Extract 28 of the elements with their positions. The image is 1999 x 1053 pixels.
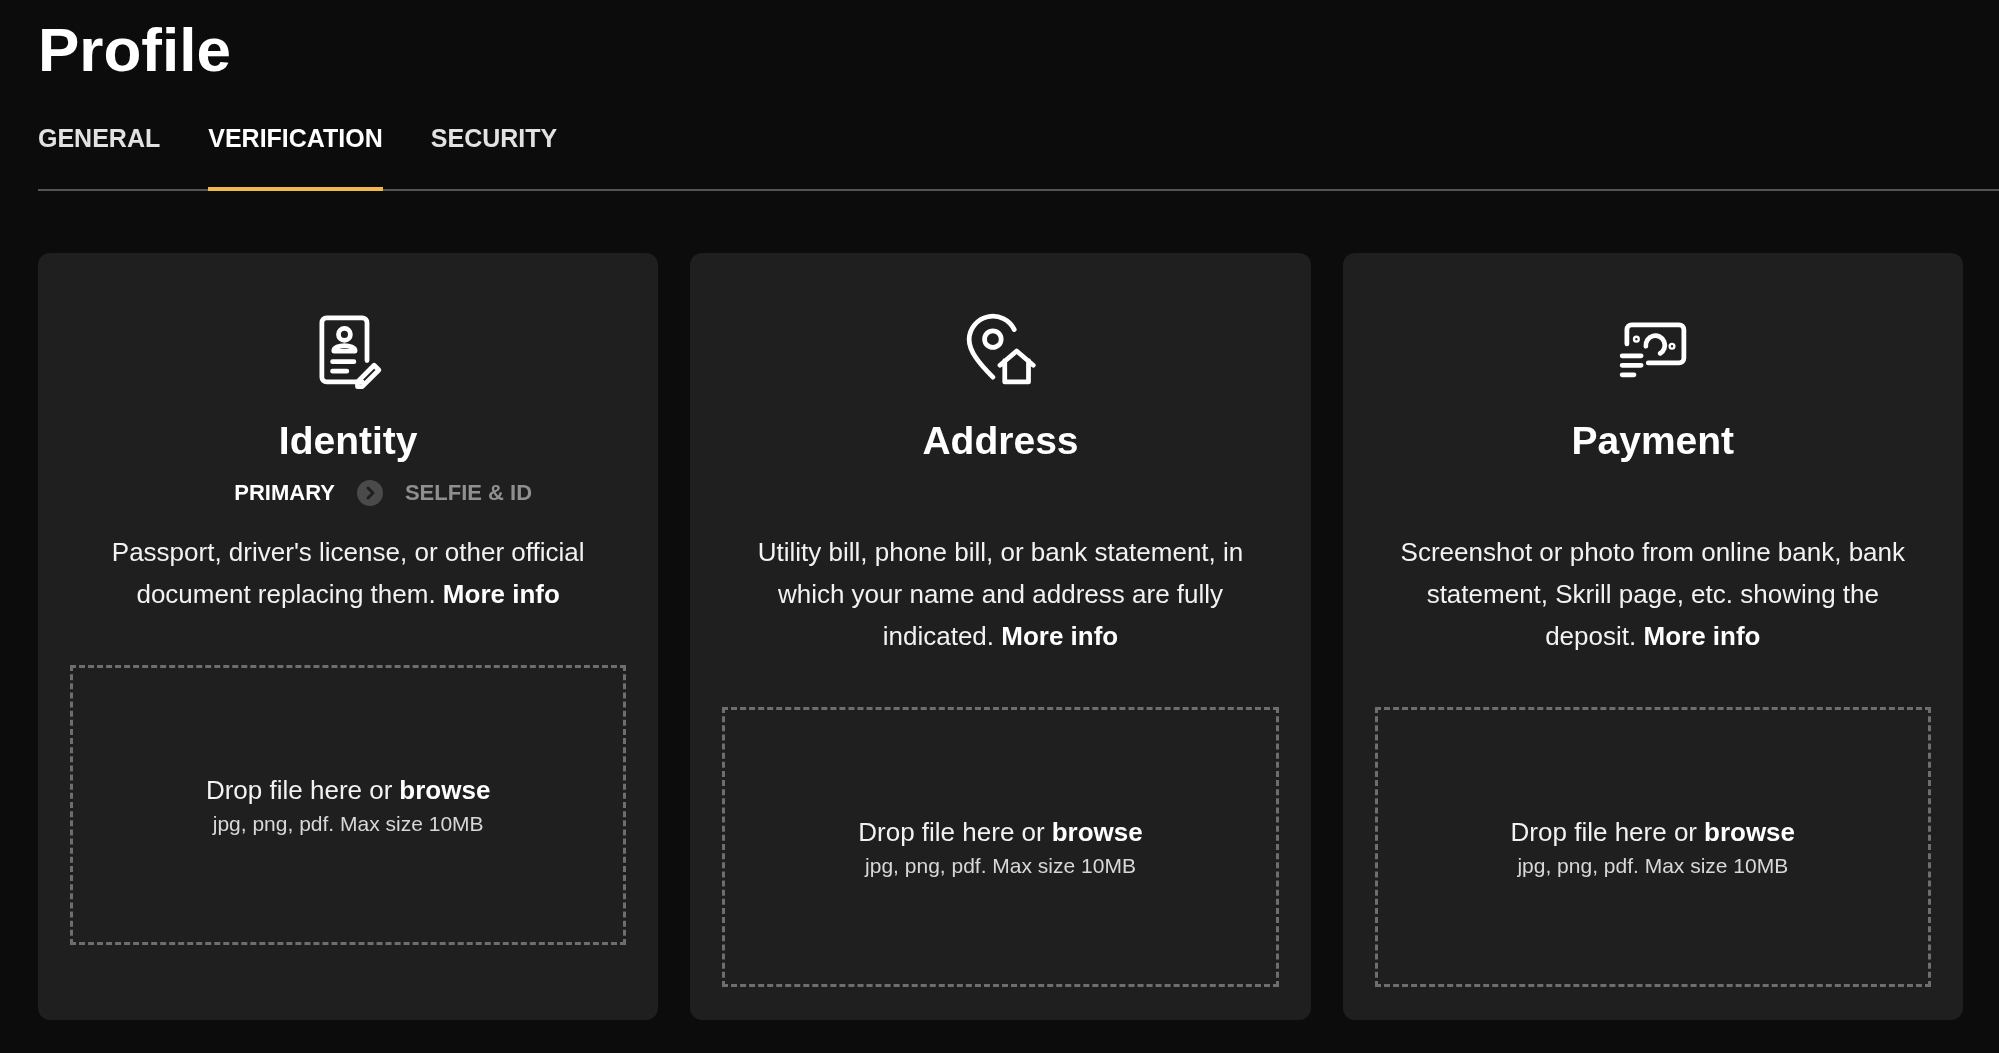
card-title: Payment [1571,419,1735,463]
file-format-hint: jpg, png, pdf. Max size 10MB [1517,853,1789,878]
browse-link[interactable]: browse [1051,816,1143,848]
step-label: SELFIE & ID [404,480,533,506]
chevron-circle-icon [356,480,383,506]
file-format-hint: jpg, png, pdf. Max size 10MB [865,853,1136,878]
card-description: Passport, driver's license, or other official document replacing them. More info [110,536,586,611]
card-title: Identity [278,419,418,463]
drop-label: Drop file here or [205,774,393,806]
file-drop-zone[interactable]: Drop file here or browse jpg, png, pdf. Max size 10MB [70,665,627,945]
drop-label: Drop file here or [1510,816,1697,848]
file-drop-zone[interactable]: Drop file here or browse jpg, png, pdf. Max size 10MB [1374,707,1931,987]
browse-link[interactable]: browse [1704,816,1796,848]
tab[interactable]: SECURITY [430,118,558,191]
browse-link[interactable]: browse [399,774,491,806]
card-title: Address [922,419,1079,463]
more-info-link[interactable]: More info [1001,621,1119,651]
more-info-link[interactable]: More info [442,579,560,609]
step-label: PRIMARY [234,480,335,506]
card-description: Utility bill, phone bill, or bank statement, in which your name and address are fully indicated. More info [756,536,1245,653]
file-drop-zone[interactable]: Drop file here or browse jpg, png, pdf. Max size 10MB [722,707,1279,987]
file-format-hint: jpg, png, pdf. Max size 10MB [212,811,484,836]
drop-label: Drop file here or [858,816,1045,848]
tab[interactable]: GENERAL [38,118,161,191]
page-title: Profile [38,14,232,86]
tab[interactable]: VERIFICATION [208,118,383,191]
more-info-link[interactable]: More info [1643,621,1761,651]
card-description: Screenshot or photo from online bank, bank statement, Skrill page, etc. showing the deposit. More info [1399,536,1907,653]
